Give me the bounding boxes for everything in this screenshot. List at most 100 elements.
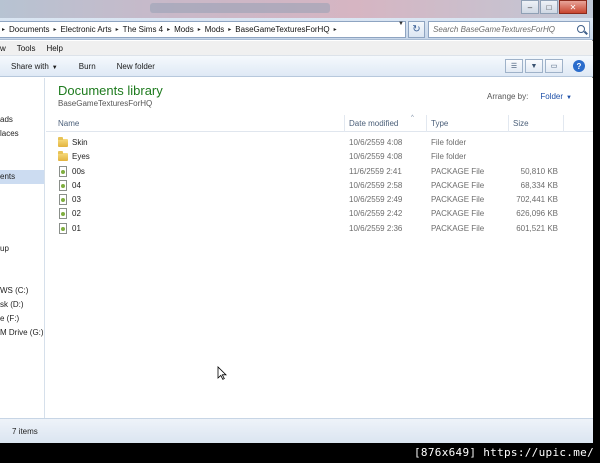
share-with-label: Share with — [11, 61, 49, 71]
file-date: 11/6/2559 2:41 — [349, 167, 402, 176]
file-type: PACKAGE File — [431, 167, 485, 176]
file-date: 10/6/2559 2:49 — [349, 195, 403, 204]
address-bar[interactable]: ▸ Documents ▸ Electronic Arts ▸ The Sims… — [0, 21, 406, 38]
nav-item-documents[interactable]: ents — [0, 170, 44, 184]
breadcrumb-documents[interactable]: Documents — [9, 25, 49, 34]
nav-item-drive-d[interactable]: sk (D:) — [0, 300, 24, 309]
arrange-by: Arrange by: Folder ▼ — [487, 92, 572, 101]
share-with-button[interactable]: Share with ▼ — [11, 62, 58, 71]
file-name: 01 — [72, 224, 81, 233]
breadcrumb-the-sims-4[interactable]: The Sims 4 — [123, 25, 163, 34]
sort-indicator-icon: ^ — [411, 115, 414, 121]
column-divider[interactable] — [344, 115, 345, 132]
nav-item-drive-c[interactable]: WS (C:) — [0, 286, 28, 295]
watermark-text: [876x649] https://upic.me/ — [414, 446, 594, 459]
window-controls: – □ ✕ — [520, 0, 587, 16]
nav-item-drive-g[interactable]: M Drive (G:) N — [0, 328, 44, 337]
new-folder-button[interactable]: New folder — [117, 62, 155, 71]
file-name: 00s — [72, 167, 85, 176]
arrange-by-label: Arrange by: — [487, 92, 529, 101]
file-date: 10/6/2559 2:42 — [349, 209, 403, 218]
arrange-by-dropdown[interactable]: Folder — [540, 92, 563, 101]
file-type: File folder — [431, 138, 467, 147]
column-divider[interactable] — [563, 115, 564, 132]
file-date: 10/6/2559 4:08 — [349, 138, 403, 147]
chevron-right-icon[interactable]: ▸ — [167, 26, 170, 33]
file-type: PACKAGE File — [431, 181, 485, 190]
chevron-right-icon[interactable]: ▸ — [228, 26, 231, 33]
column-header-type[interactable]: Type — [431, 119, 448, 128]
file-type: PACKAGE File — [431, 195, 485, 204]
navigation-pane: ads laces ents up WS (C:) sk (D:) e (F:)… — [0, 78, 45, 418]
breadcrumb-mods-2[interactable]: Mods — [205, 25, 225, 34]
column-divider[interactable] — [508, 115, 509, 132]
folder-icon — [58, 151, 68, 161]
file-date: 10/6/2559 2:58 — [349, 181, 403, 190]
file-name: 03 — [72, 195, 81, 204]
menu-view[interactable]: w — [0, 44, 6, 53]
column-headers: Name ^ Date modified Type Size — [46, 115, 593, 132]
address-dropdown-icon[interactable]: ▼ — [398, 21, 404, 27]
chevron-right-icon[interactable]: ▸ — [116, 26, 119, 33]
chevron-right-icon[interactable]: ▸ — [53, 26, 56, 33]
item-count: 7 items — [12, 427, 38, 436]
file-row[interactable]: 03 10/6/2559 2:49 PACKAGE File 702,441 K… — [46, 193, 593, 207]
file-type: PACKAGE File — [431, 224, 485, 233]
column-header-date[interactable]: Date modified — [349, 119, 398, 128]
file-row[interactable]: Skin 10/6/2559 4:08 File folder — [46, 136, 593, 150]
column-header-size[interactable]: Size — [513, 119, 529, 128]
nav-item-drive-f[interactable]: e (F:) — [0, 314, 19, 323]
menu-tools[interactable]: Tools — [17, 44, 36, 53]
search-icon[interactable] — [577, 25, 585, 33]
file-name: Skin — [72, 138, 88, 147]
column-header-name[interactable]: Name — [58, 119, 79, 128]
change-view-icon[interactable]: ☰ — [505, 59, 523, 73]
minimize-button[interactable]: – — [521, 0, 539, 14]
file-size: 601,521 KB — [516, 224, 558, 233]
menu-bar: w Tools Help — [0, 41, 593, 56]
column-divider[interactable] — [426, 115, 427, 132]
chevron-right-icon[interactable]: ▸ — [2, 26, 5, 33]
help-icon[interactable]: ? — [573, 60, 585, 72]
file-type: PACKAGE File — [431, 209, 485, 218]
command-bar: Share with ▼ Burn New folder ☰ ▼ ▭ ? — [0, 56, 593, 77]
breadcrumb-current[interactable]: BaseGameTexturesForHQ — [235, 25, 329, 34]
breadcrumb-electronic-arts[interactable]: Electronic Arts — [61, 25, 112, 34]
refresh-icon[interactable]: ↻ — [408, 21, 425, 38]
file-row[interactable]: Eyes 10/6/2559 4:08 File folder — [46, 150, 593, 164]
folder-icon — [58, 137, 68, 147]
file-name: 02 — [72, 209, 81, 218]
breadcrumb-mods[interactable]: Mods — [174, 25, 194, 34]
file-size: 50,810 KB — [520, 167, 558, 176]
file-row[interactable]: 00s 11/6/2559 2:41 PACKAGE File 50,810 K… — [46, 165, 593, 179]
file-name: Eyes — [72, 152, 90, 161]
file-row[interactable]: 04 10/6/2559 2:58 PACKAGE File 68,334 KB — [46, 179, 593, 193]
search-placeholder: Search BaseGameTexturesForHQ — [433, 25, 555, 34]
preview-pane-icon[interactable]: ▭ — [545, 59, 563, 73]
file-row[interactable]: 02 10/6/2559 2:42 PACKAGE File 626,096 K… — [46, 207, 593, 221]
menu-help[interactable]: Help — [46, 44, 62, 53]
file-date: 10/6/2559 4:08 — [349, 152, 403, 161]
nav-item-recent-places[interactable]: laces — [0, 129, 19, 138]
status-bar: 7 items — [0, 418, 593, 443]
search-input[interactable]: Search BaseGameTexturesForHQ — [428, 21, 590, 38]
burn-button[interactable]: Burn — [79, 62, 96, 71]
nav-item-downloads[interactable]: ads — [0, 115, 13, 124]
package-file-icon — [59, 208, 67, 219]
package-file-icon — [59, 223, 67, 234]
maximize-button[interactable]: □ — [540, 0, 558, 14]
title-bar: – □ ✕ — [0, 0, 593, 18]
chevron-right-icon[interactable]: ▸ — [334, 26, 337, 33]
file-name: 04 — [72, 181, 81, 190]
nav-item-homegroup[interactable]: up — [0, 244, 9, 253]
file-row[interactable]: 01 10/6/2559 2:36 PACKAGE File 601,521 K… — [46, 222, 593, 236]
file-size: 702,441 KB — [516, 195, 558, 204]
view-controls: ☰ ▼ ▭ ? — [503, 59, 585, 73]
close-button[interactable]: ✕ — [559, 0, 587, 14]
library-subtitle: BaseGameTexturesForHQ — [58, 99, 153, 108]
chevron-right-icon[interactable]: ▸ — [198, 26, 201, 33]
file-type: File folder — [431, 152, 467, 161]
view-dropdown-icon[interactable]: ▼ — [525, 59, 543, 73]
package-file-icon — [59, 166, 67, 177]
chevron-down-icon[interactable]: ▼ — [566, 95, 572, 101]
